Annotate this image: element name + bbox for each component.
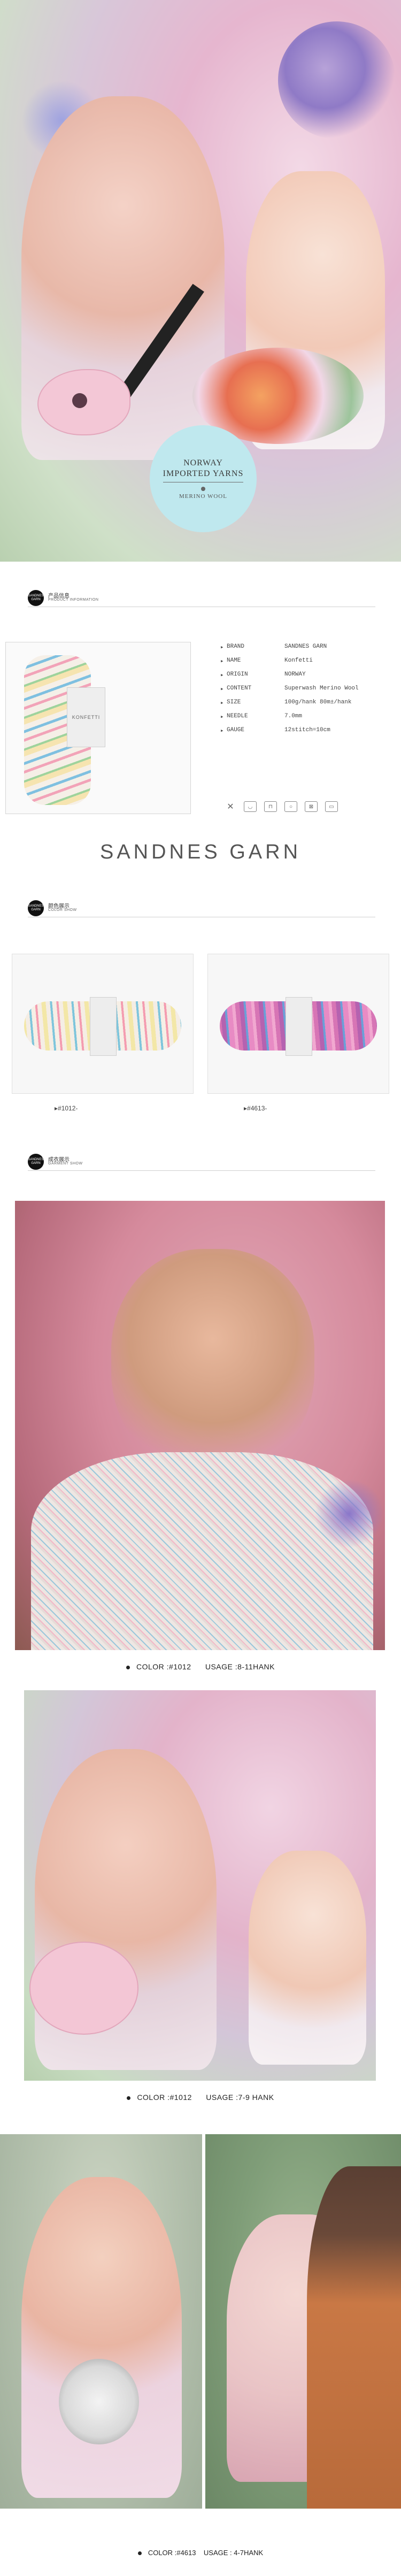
- badge-dot-icon: [201, 486, 205, 491]
- spec-key: ORIGIN: [227, 671, 248, 678]
- spec-row: ▸ GAUGE 12stitch=10cm: [220, 727, 397, 741]
- spec-key: GAUGE: [227, 727, 245, 733]
- bullet-dot-icon: [126, 1665, 130, 1669]
- skein-label: KONFETTI: [67, 687, 105, 747]
- bullet-arrow-icon: ▸: [220, 645, 224, 651]
- care-icons-row: ✕ ◡ ⊓ ○ ⊠ ▭: [225, 800, 396, 813]
- no-tumble-icon: ⊠: [305, 801, 318, 812]
- spec-key: NEEDLE: [227, 713, 248, 719]
- badge-line-3: MERINO WOOL: [179, 493, 227, 500]
- color-code-text: #1012-: [58, 1105, 78, 1112]
- garment-caption-2: COLOR :#1012 USAGE :7-9 HANK: [0, 2093, 401, 2102]
- caption-usage: USAGE :8-11HANK: [205, 1662, 275, 1671]
- no-bleach-icon: ✕: [227, 802, 234, 811]
- color-swatch-4613: [207, 954, 389, 1094]
- skein-label-text: KONFETTI: [72, 715, 101, 720]
- spec-value: Superwash Merino Wool: [284, 685, 359, 692]
- spec-row: ▸ SIZE 100g/hank 80m±/hank: [220, 699, 397, 713]
- caption-color: COLOR :#4613: [148, 2549, 196, 2557]
- spec-value: 7.0mm: [284, 713, 303, 719]
- caption-usage: USAGE :7-9 HANK: [206, 2093, 274, 2102]
- section-title-en: PRODUCT INFORMATION: [48, 598, 99, 602]
- brand-wordmark: SANDNES GARN: [99, 841, 302, 863]
- logo-text: SANDNES GARN: [28, 904, 44, 911]
- product-spec-list: ▸ BRAND SANDNES GARN ▸ NAME Konfetti ▸ ORIGIN…: [220, 643, 397, 741]
- brand-logo-icon: SANDNES GARN: [28, 1154, 44, 1170]
- dryclean-icon: ○: [284, 801, 297, 812]
- spec-row: ▸ NAME Konfetti: [220, 657, 397, 671]
- bullet-arrow-icon: ▸: [220, 658, 224, 665]
- brand-logo-icon: SANDNES GARN: [28, 900, 44, 916]
- logo-text: SANDNES GARN: [28, 594, 44, 601]
- spec-key: BRAND: [227, 643, 245, 650]
- badge-line-1: NORWAY: [183, 458, 223, 467]
- iron-icon: ⊓: [264, 801, 277, 812]
- caption-color: COLOR :#1012: [136, 1662, 191, 1671]
- sweater-image: [31, 1452, 373, 1650]
- spec-row: ▸ ORIGIN NORWAY: [220, 671, 397, 685]
- skein-label: [90, 997, 117, 1056]
- origin-badge: NORWAY IMPORTED YARNS MERINO WOOL: [150, 425, 257, 532]
- spec-value: 100g/hank 80m±/hank: [284, 699, 352, 706]
- bullet-arrow-icon: ▸: [220, 700, 224, 707]
- section-header-color-show: SANDNES GARN 颜色展示 COLOR SHOW: [28, 900, 375, 917]
- bullet-arrow-icon: ▸: [220, 672, 224, 679]
- garment-photo-man: [15, 1201, 385, 1650]
- adult-in-hat-image: [307, 2166, 401, 2509]
- color-code-1012: ▸#1012-: [55, 1105, 78, 1112]
- color-swatch-1012: [12, 954, 194, 1094]
- ukulele-image: [29, 1942, 138, 2035]
- garment-photo-back: [205, 2134, 401, 2509]
- badge-line-2: IMPORTED YARNS: [163, 469, 244, 478]
- girl-image: [249, 1851, 366, 2065]
- color-code-4613: ▸#4613-: [244, 1105, 267, 1112]
- bullet-arrow-icon: ▸: [220, 714, 224, 720]
- logo-text: SANDNES GARN: [28, 1158, 44, 1165]
- spec-row: ▸ CONTENT Superwash Merino Wool: [220, 685, 397, 699]
- spec-value: Konfetti: [284, 657, 313, 664]
- section-header-product-info: SANDNES GARN 产品信息 PRODUCT INFORMATION: [28, 590, 375, 607]
- spec-value: SANDNES GARN: [284, 643, 327, 650]
- allium-flower-image: [278, 21, 396, 139]
- section-title-en: GARMENT SHOW: [48, 1162, 83, 1166]
- spec-row: ▸ NEEDLE 7.0mm: [220, 713, 397, 727]
- brand-logo-icon: SANDNES GARN: [28, 590, 44, 606]
- section-divider: [28, 1170, 375, 1171]
- color-code-text: #4613-: [247, 1105, 267, 1112]
- spec-key: NAME: [227, 657, 241, 664]
- spec-value: 12stitch=10cm: [284, 727, 330, 733]
- ukulele-soundhole-image: [72, 393, 87, 408]
- bullet-dot-icon: [137, 2551, 142, 2556]
- garment-caption-1: COLOR :#1012 USAGE :8-11HANK: [0, 1662, 401, 1671]
- section-header-garment-show: SANDNES GARN 成衣展示 GARMENT SHOW: [28, 1154, 375, 1171]
- caption-usage: USAGE : 4-7HANK: [203, 2549, 264, 2557]
- man-portrait-image: [111, 1249, 314, 1474]
- skein-label: [286, 997, 312, 1056]
- handwash-icon: ◡: [244, 801, 257, 812]
- garment-photo-woman-girl: [24, 1690, 376, 2081]
- spec-key: CONTENT: [227, 685, 252, 692]
- allium-flower-image: [314, 1479, 384, 1548]
- rabbit-image: [59, 2359, 139, 2444]
- bullet-dot-icon: [127, 2096, 131, 2100]
- caption-color: COLOR :#1012: [137, 2093, 192, 2102]
- spec-key: SIZE: [227, 699, 241, 706]
- bullet-arrow-icon: ▸: [220, 686, 224, 693]
- child-in-sweater-image: [21, 2177, 182, 2498]
- hero-photo: NORWAY IMPORTED YARNS MERINO WOOL: [0, 0, 401, 562]
- spec-value: NORWAY: [284, 671, 306, 678]
- spec-row: ▸ BRAND SANDNES GARN: [220, 643, 397, 657]
- section-title-en: COLOR SHOW: [48, 908, 77, 912]
- garment-photo-kid-rabbit: [0, 2134, 202, 2509]
- bullet-arrow-icon: ▸: [220, 728, 224, 734]
- flat-dry-icon: ▭: [325, 801, 338, 812]
- garment-caption-3: COLOR :#4613 USAGE : 4-7HANK: [0, 2549, 401, 2557]
